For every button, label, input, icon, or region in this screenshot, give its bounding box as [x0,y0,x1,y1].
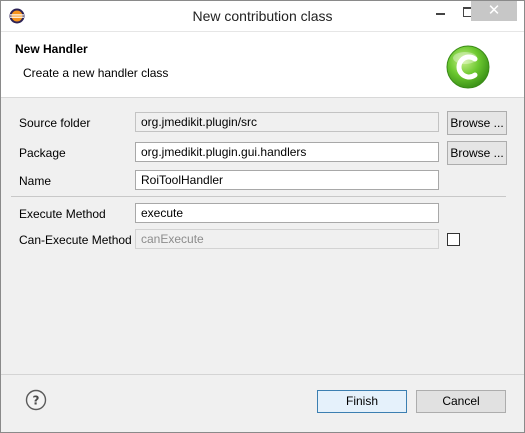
class-c-icon [446,45,490,89]
can-execute-method-field: canExecute [135,229,439,249]
header-banner: New Handler Create a new handler class [1,32,524,98]
package-field[interactable]: org.jmedikit.plugin.gui.handlers [135,142,439,162]
source-folder-browse-button[interactable]: Browse ... [447,111,507,135]
title-bar[interactable]: New contribution class ✕ [1,1,524,32]
minimize-button[interactable] [425,1,455,23]
form-separator [11,196,506,197]
footer-separator [1,374,524,375]
package-label: Package [19,146,66,160]
finish-button[interactable]: Finish [317,390,407,413]
execute-method-field[interactable]: execute [135,203,439,223]
cancel-button[interactable]: Cancel [416,390,506,413]
can-execute-checkbox[interactable] [447,233,460,246]
source-folder-field[interactable]: org.jmedikit.plugin/src [135,112,439,132]
dialog-window: New contribution class ✕ New Handler Cre… [0,0,525,433]
execute-method-label: Execute Method [19,207,106,221]
name-field[interactable]: RoiToolHandler [135,170,439,190]
package-browse-button[interactable]: Browse ... [447,141,507,165]
close-button[interactable]: ✕ [471,1,517,21]
banner-description: Create a new handler class [23,66,169,80]
can-execute-method-label: Can-Execute Method [19,233,132,247]
svg-text:?: ? [33,394,40,408]
banner-title: New Handler [15,42,88,56]
close-icon: ✕ [487,2,501,19]
minimize-icon [435,13,445,15]
help-icon[interactable]: ? [25,389,47,411]
name-label: Name [19,174,52,188]
source-folder-label: Source folder [19,116,91,130]
